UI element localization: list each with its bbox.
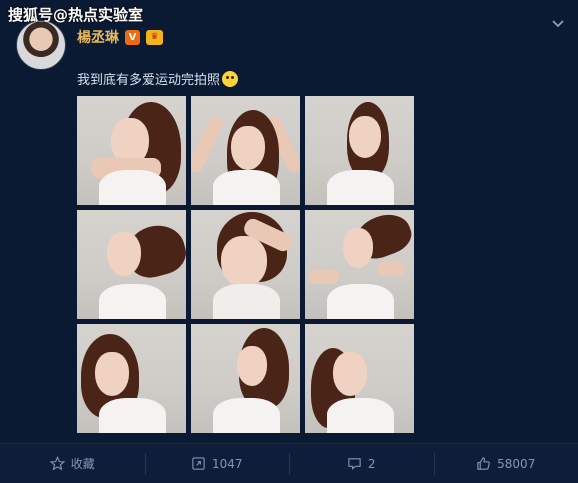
photo-8[interactable]	[191, 324, 300, 433]
repost-icon	[192, 457, 205, 470]
comment-count: 2	[367, 456, 376, 471]
photo-2[interactable]	[191, 96, 300, 205]
action-bar: 收藏 1047 2 58007	[0, 443, 578, 483]
star-icon	[49, 456, 65, 471]
repost-button[interactable]: 1047	[144, 444, 290, 483]
photo-2-face	[231, 126, 265, 170]
photo-5-shirt	[212, 283, 281, 319]
photo-3[interactable]	[305, 96, 414, 205]
author-row: 楊丞琳 V ♛	[77, 27, 163, 47]
repost-count: 1047	[211, 456, 243, 471]
photo-2-shirt	[212, 169, 281, 205]
thumbs-up-icon	[477, 457, 490, 470]
photo-4-face	[107, 232, 141, 276]
photo-9-shirt	[326, 397, 395, 433]
photo-7[interactable]	[77, 324, 186, 433]
photo-5[interactable]	[191, 210, 300, 319]
photo-6-shirt	[326, 283, 395, 319]
photo-8-shirt	[212, 397, 281, 433]
favorite-button[interactable]: 收藏	[0, 444, 145, 483]
favorite-label: 收藏	[70, 457, 95, 471]
photo-6[interactable]	[305, 210, 414, 319]
vip-badge-icon[interactable]: V	[125, 29, 140, 45]
photo-3-face	[349, 116, 381, 158]
photo-3-shirt	[326, 169, 395, 205]
like-count: 58007	[497, 456, 536, 471]
avatar[interactable]	[16, 20, 66, 70]
photo-6-face	[343, 228, 373, 268]
photo-1-shirt	[98, 169, 167, 205]
photo-1[interactable]	[77, 96, 186, 205]
laugh-cry-emoji-icon	[222, 70, 239, 87]
photo-8-face	[237, 346, 267, 386]
crown-badge-icon[interactable]: ♛	[146, 29, 163, 45]
photo-6-arm-right	[377, 262, 405, 276]
photo-6-arm-left	[309, 270, 339, 284]
author-name[interactable]: 楊丞琳	[77, 27, 119, 47]
photo-7-shirt	[98, 397, 167, 433]
photo-9-face	[333, 352, 367, 396]
photo-9[interactable]	[305, 324, 414, 433]
photo-7-face	[95, 352, 129, 396]
photo-5-face	[221, 236, 267, 288]
comment-button[interactable]: 2	[289, 444, 434, 483]
photo-4[interactable]	[77, 210, 186, 319]
photo-grid	[77, 96, 414, 433]
comment-icon	[348, 458, 361, 470]
chevron-down-icon[interactable]	[550, 16, 566, 32]
post-text: 我到底有多爱运动完拍照	[77, 69, 239, 88]
photo-2-arm-left	[191, 113, 226, 175]
like-button[interactable]: 58007	[433, 444, 578, 483]
post-text-content: 我到底有多爱运动完拍照	[77, 73, 221, 88]
photo-4-shirt	[98, 283, 167, 319]
watermark-text: 搜狐号@热点实验室	[8, 6, 144, 24]
